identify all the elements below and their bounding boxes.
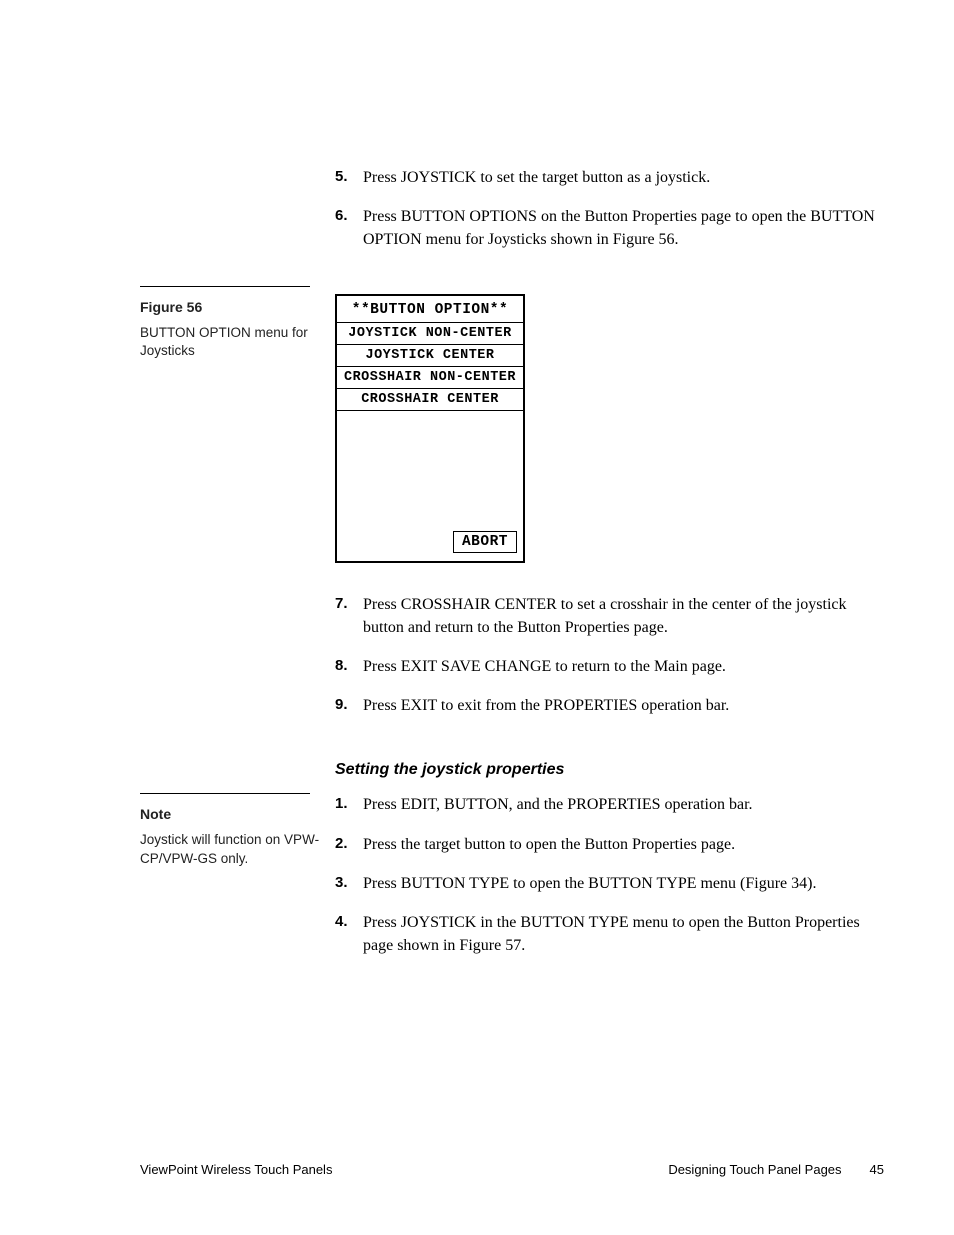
abort-button[interactable]: ABORT (453, 531, 517, 553)
step-number: 6. (335, 205, 363, 251)
button-option-menu: **BUTTON OPTION** JOYSTICK NON-CENTER JO… (335, 294, 525, 563)
step-text: Press JOYSTICK to set the target button … (363, 166, 884, 189)
step-item: 1. Press EDIT, BUTTON, and the PROPERTIE… (335, 793, 884, 816)
step-text: Press EXIT to exit from the PROPERTIES o… (363, 694, 884, 717)
page-number: 45 (870, 1162, 884, 1177)
step-text: Press EXIT SAVE CHANGE to return to the … (363, 655, 884, 678)
step-number: 3. (335, 872, 363, 895)
step-item: 6. Press BUTTON OPTIONS on the Button Pr… (335, 205, 884, 251)
section-heading: Setting the joystick properties (335, 761, 884, 779)
step-number: 8. (335, 655, 363, 678)
menu-item-joystick-center[interactable]: JOYSTICK CENTER (337, 344, 523, 366)
figure-label: Figure 56 (140, 297, 325, 318)
step-item: 4. Press JOYSTICK in the BUTTON TYPE men… (335, 911, 884, 957)
sidebar-rule (140, 286, 310, 287)
menu-item-crosshair-non-center[interactable]: CROSSHAIR NON-CENTER (337, 366, 523, 388)
step-number: 1. (335, 793, 363, 816)
page-footer: ViewPoint Wireless Touch Panels Designin… (140, 1162, 884, 1177)
menu-spacer (337, 411, 523, 531)
step-text: Press BUTTON OPTIONS on the Button Prope… (363, 205, 884, 251)
step-item: 2. Press the target button to open the B… (335, 833, 884, 856)
step-number: 2. (335, 833, 363, 856)
step-number: 7. (335, 593, 363, 639)
menu-title: **BUTTON OPTION** (337, 296, 523, 322)
step-text: Press JOYSTICK in the BUTTON TYPE menu t… (363, 911, 884, 957)
step-text: Press EDIT, BUTTON, and the PROPERTIES o… (363, 793, 884, 816)
menu-item-crosshair-center[interactable]: CROSSHAIR CENTER (337, 388, 523, 411)
footer-section: Designing Touch Panel Pages (668, 1162, 841, 1177)
note-label: Note (140, 804, 325, 825)
step-item: 3. Press BUTTON TYPE to open the BUTTON … (335, 872, 884, 895)
note-text: Joystick will function on VPW-CP/VPW-GS … (140, 831, 325, 869)
figure-caption: BUTTON OPTION menu for Joysticks (140, 324, 325, 362)
step-number: 9. (335, 694, 363, 717)
step-text: Press the target button to open the Butt… (363, 833, 884, 856)
menu-item-joystick-non-center[interactable]: JOYSTICK NON-CENTER (337, 322, 523, 344)
step-number: 5. (335, 166, 363, 189)
step-item: 9. Press EXIT to exit from the PROPERTIE… (335, 694, 884, 717)
sidebar-rule (140, 793, 310, 794)
step-text: Press CROSSHAIR CENTER to set a crosshai… (363, 593, 884, 639)
step-number: 4. (335, 911, 363, 957)
footer-left: ViewPoint Wireless Touch Panels (140, 1162, 332, 1177)
step-item: 8. Press EXIT SAVE CHANGE to return to t… (335, 655, 884, 678)
step-text: Press BUTTON TYPE to open the BUTTON TYP… (363, 872, 884, 895)
step-item: 7. Press CROSSHAIR CENTER to set a cross… (335, 593, 884, 639)
step-item: 5. Press JOYSTICK to set the target butt… (335, 166, 884, 189)
